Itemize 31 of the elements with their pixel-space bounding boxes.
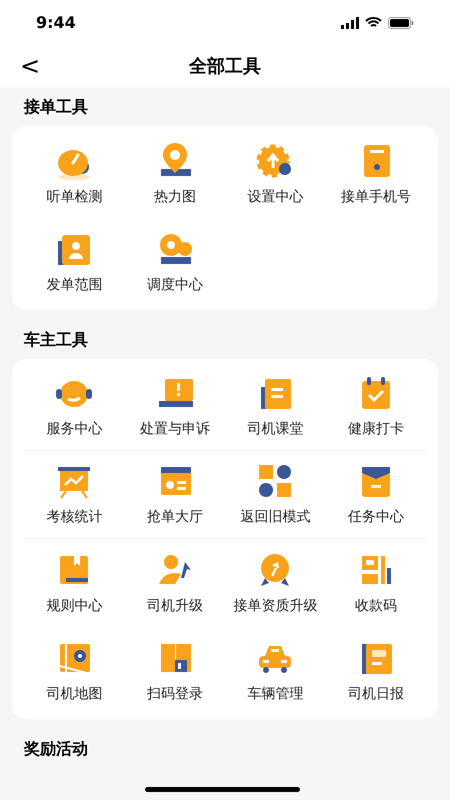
tool-item[interactable]: 设置中心 [225,140,326,208]
tool-item[interactable]: 抢单大厅 [124,461,225,528]
tool-item[interactable]: 调度中心 [124,228,225,296]
wifi-icon [365,16,382,28]
tool-item[interactable]: 接单手机号 [326,140,426,208]
battery-icon [388,16,414,28]
tool-item[interactable]: 返回旧模式 [225,461,326,528]
tool-item[interactable]: 处置与申诉 [124,373,225,440]
tool-item[interactable]: 司机升级 [124,550,225,616]
status-time: 9:44 [36,12,76,34]
tool-item[interactable]: 扫码登录 [124,638,225,704]
signal-icon [341,16,359,28]
section-title: 车主工具 [23,329,89,351]
tool-item[interactable]: 健康打卡 [326,373,426,440]
tool-item[interactable]: 司机日报 [326,638,426,704]
section-title: 奖励活动 [22,738,89,760]
tool-item[interactable]: 发单范围 [24,228,124,296]
tool-item[interactable]: 考核统计 [24,461,124,528]
tool-item[interactable]: 规则中心 [24,550,124,616]
tool-item[interactable]: 司机课堂 [225,373,326,440]
tool-item[interactable]: 车辆管理 [225,638,326,704]
tool-item[interactable]: 收款码 [326,550,426,616]
tool-item[interactable]: 司机地图 [24,638,124,704]
tool-item[interactable]: 听单检测 [24,140,124,208]
back-button[interactable]: < [16,54,44,78]
tool-item[interactable]: 任务中心 [326,461,426,528]
tool-item[interactable]: 服务中心 [24,373,124,440]
tool-item[interactable]: 热力图 [124,140,225,208]
tool-item[interactable]: 接单资质升级 [225,550,326,616]
page-title: 全部工具 [189,54,261,78]
section-title: 接单工具 [22,96,89,118]
